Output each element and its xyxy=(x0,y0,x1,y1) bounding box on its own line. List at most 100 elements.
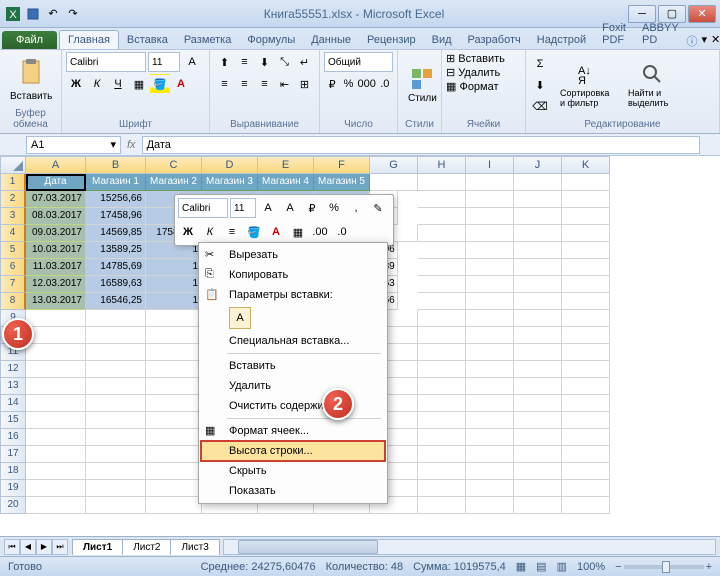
select-all-corner[interactable] xyxy=(0,156,26,174)
cell[interactable]: 1 xyxy=(146,276,202,293)
orientation-icon[interactable]: ⤡ xyxy=(275,52,295,72)
col-header-J[interactable]: J xyxy=(514,156,562,174)
cell[interactable] xyxy=(466,293,514,310)
cell[interactable] xyxy=(514,310,562,327)
align-top-icon[interactable]: ⬆ xyxy=(215,52,235,72)
mini-border-icon[interactable]: ▦ xyxy=(288,222,308,242)
col-header-H[interactable]: H xyxy=(418,156,466,174)
col-header-B[interactable]: B xyxy=(86,156,146,174)
align-left-icon[interactable]: ≡ xyxy=(215,74,235,94)
format-cells-button[interactable]: ▦ Формат xyxy=(446,80,521,93)
find-select-button[interactable]: Найти и выделить xyxy=(622,60,682,110)
cell[interactable] xyxy=(418,327,466,344)
cell[interactable]: 14785,69 xyxy=(86,259,146,276)
row-header-19[interactable]: 19 xyxy=(0,480,26,497)
cell[interactable] xyxy=(86,344,146,361)
sheet-nav-last-icon[interactable]: ⏭ xyxy=(52,539,68,555)
name-box[interactable]: A1▾ xyxy=(26,136,121,154)
cell[interactable] xyxy=(418,225,466,242)
mini-fill-icon[interactable]: 🪣 xyxy=(244,222,264,242)
wrap-icon[interactable]: ↵ xyxy=(295,52,315,72)
file-tab[interactable]: Файл xyxy=(2,31,57,49)
cell[interactable] xyxy=(466,497,514,514)
cell-header[interactable]: Магазин 2 xyxy=(146,174,202,191)
row-header-20[interactable]: 20 xyxy=(0,497,26,514)
row-header-7[interactable]: 7 xyxy=(0,276,26,293)
italic-icon[interactable]: К xyxy=(87,74,107,94)
undo-icon[interactable]: ↶ xyxy=(44,5,62,23)
ctx-высота-строки---[interactable]: Высота строки... xyxy=(201,441,385,461)
cell-header[interactable]: Магазин 4 xyxy=(258,174,314,191)
cell[interactable] xyxy=(514,344,562,361)
cell[interactable] xyxy=(146,429,202,446)
row-header-6[interactable]: 6 xyxy=(0,259,26,276)
cell[interactable] xyxy=(514,497,562,514)
ctx-формат-ячеек---[interactable]: ▦Формат ячеек... xyxy=(201,421,385,441)
cell[interactable] xyxy=(86,361,146,378)
delete-cells-button[interactable]: ⊟ Удалить xyxy=(446,66,521,79)
cell[interactable] xyxy=(514,276,562,293)
underline-icon[interactable]: Ч xyxy=(108,74,128,94)
row-header-4[interactable]: 4 xyxy=(0,225,26,242)
ctx-копировать[interactable]: ⎘Копировать xyxy=(201,265,385,285)
cell[interactable] xyxy=(466,361,514,378)
cell[interactable]: 16589,63 xyxy=(86,276,146,293)
cell[interactable] xyxy=(562,344,610,361)
currency-icon[interactable]: ₽ xyxy=(324,74,340,94)
sort-filter-button[interactable]: A↓ЯСортировка и фильтр xyxy=(554,60,618,110)
align-center-icon[interactable]: ≡ xyxy=(235,74,255,94)
sheet-nav-next-icon[interactable]: ▶ xyxy=(36,539,52,555)
cell[interactable] xyxy=(26,395,86,412)
sheet-tab-1[interactable]: Лист1 xyxy=(72,539,123,555)
cell[interactable] xyxy=(562,497,610,514)
cell[interactable] xyxy=(418,497,466,514)
col-header-G[interactable]: G xyxy=(370,156,418,174)
cell[interactable] xyxy=(86,310,146,327)
cell-header[interactable]: Магазин 3 xyxy=(202,174,258,191)
mini-italic-icon[interactable]: К xyxy=(200,222,220,242)
cell[interactable] xyxy=(514,378,562,395)
cell[interactable] xyxy=(146,497,202,514)
cell[interactable] xyxy=(562,276,610,293)
tab-layout[interactable]: Разметка xyxy=(176,31,240,49)
zoom-level[interactable]: 100% xyxy=(577,561,605,573)
cell[interactable] xyxy=(418,208,466,225)
mini-format-painter-icon[interactable]: ✎ xyxy=(368,198,388,218)
cell[interactable]: 1 xyxy=(146,293,202,310)
mini-grow-font-icon[interactable]: A xyxy=(258,198,278,218)
excel-icon[interactable]: X xyxy=(4,5,22,23)
font-color-icon[interactable]: A xyxy=(171,74,191,94)
cell[interactable] xyxy=(86,480,146,497)
doc-close-icon[interactable]: ✕ xyxy=(711,33,720,49)
row-header-16[interactable]: 16 xyxy=(0,429,26,446)
cell[interactable] xyxy=(86,497,146,514)
cell[interactable] xyxy=(146,446,202,463)
cell[interactable] xyxy=(418,259,466,276)
cell[interactable] xyxy=(146,395,202,412)
cell[interactable]: 14569,85 xyxy=(86,225,146,242)
cell[interactable] xyxy=(26,497,86,514)
cell[interactable] xyxy=(562,259,610,276)
ctx-параметры-вставки-[interactable]: 📋Параметры вставки: xyxy=(201,285,385,305)
cell[interactable]: 1 xyxy=(146,259,202,276)
sheet-nav-first-icon[interactable]: ⏮ xyxy=(4,539,20,555)
cell[interactable] xyxy=(146,463,202,480)
cell[interactable] xyxy=(418,191,466,208)
align-bot-icon[interactable]: ⬇ xyxy=(255,52,275,72)
cell[interactable]: 11.03.2017 xyxy=(26,259,86,276)
comma-icon[interactable]: 000 xyxy=(357,74,377,94)
view-break-icon[interactable]: ▥ xyxy=(557,560,567,573)
cell[interactable] xyxy=(418,310,466,327)
row-header-13[interactable]: 13 xyxy=(0,378,26,395)
cell[interactable] xyxy=(514,259,562,276)
cell[interactable] xyxy=(146,361,202,378)
cell[interactable] xyxy=(26,429,86,446)
cell[interactable] xyxy=(86,378,146,395)
ctx-показать[interactable]: Показать xyxy=(201,481,385,501)
cell[interactable] xyxy=(146,412,202,429)
cell[interactable]: 10.03.2017 xyxy=(26,242,86,259)
align-mid-icon[interactable]: ≡ xyxy=(235,52,255,72)
indent-dec-icon[interactable]: ⇤ xyxy=(275,74,295,94)
cell[interactable] xyxy=(466,429,514,446)
cell[interactable] xyxy=(514,293,562,310)
